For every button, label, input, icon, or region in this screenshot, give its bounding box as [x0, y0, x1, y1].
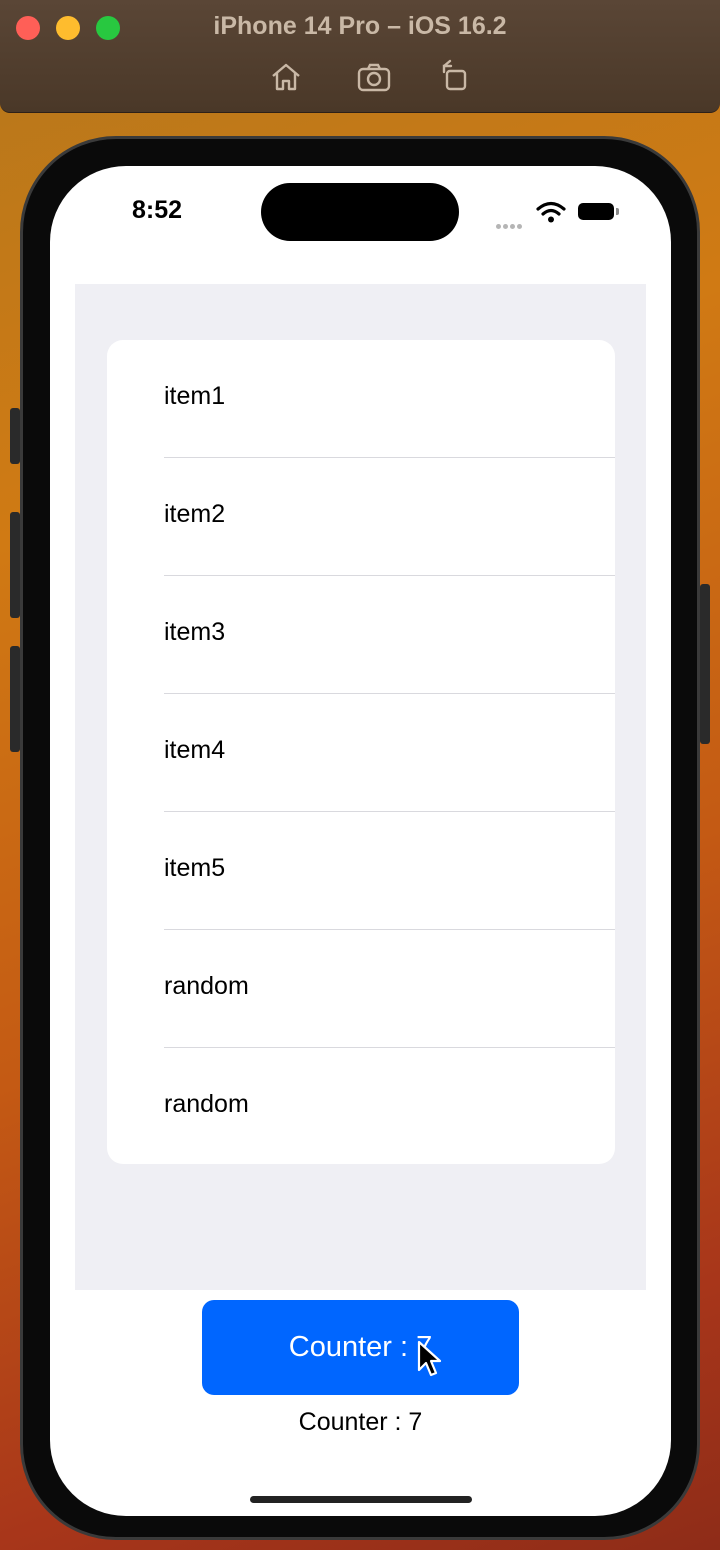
counter-button[interactable]: Counter : 7	[202, 1300, 519, 1395]
volume-up-button	[10, 512, 20, 618]
simulator-titlebar: iPhone 14 Pro – iOS 16.2	[0, 0, 720, 113]
list-item-label: item1	[164, 382, 226, 410]
list-card: item1 item2 item3 item4 item5 random ran…	[107, 340, 615, 1164]
list-item-label: item2	[164, 500, 226, 528]
rotate-icon[interactable]	[436, 58, 474, 96]
list-item[interactable]: random	[107, 1048, 615, 1164]
list-item-label: item5	[164, 854, 226, 882]
volume-down-button	[10, 646, 20, 752]
list-item-label: item4	[164, 736, 226, 764]
power-button	[700, 584, 710, 744]
list-item-label: item3	[164, 618, 226, 646]
battery-tip	[616, 208, 619, 215]
wifi-icon	[536, 201, 566, 223]
list-item[interactable]: item5	[107, 812, 615, 930]
device-screen: 8:52 item1 item2 item3 item4 item5 rando…	[50, 166, 671, 1516]
list-item[interactable]: item1	[107, 340, 615, 458]
silent-switch	[10, 408, 20, 464]
dynamic-island	[261, 183, 459, 241]
status-time: 8:52	[132, 196, 183, 224]
list-item-label: random	[164, 1090, 249, 1118]
counter-label: Counter : 7	[298, 1408, 423, 1436]
list-item[interactable]: item3	[107, 576, 615, 694]
home-indicator[interactable]	[250, 1496, 472, 1503]
list-item[interactable]: item2	[107, 458, 615, 576]
window-title: iPhone 14 Pro – iOS 16.2	[213, 12, 507, 40]
list-item[interactable]: item4	[107, 694, 615, 812]
mouse-pointer-icon	[417, 1340, 442, 1377]
screenshot-icon[interactable]	[355, 58, 393, 96]
battery-icon	[578, 203, 614, 220]
list-item[interactable]: random	[107, 930, 615, 1048]
signal-dots-icon	[496, 216, 524, 234]
list-background: item1 item2 item3 item4 item5 random ran…	[75, 284, 646, 1290]
list-item-label: random	[164, 972, 249, 1000]
home-icon[interactable]	[267, 58, 305, 96]
